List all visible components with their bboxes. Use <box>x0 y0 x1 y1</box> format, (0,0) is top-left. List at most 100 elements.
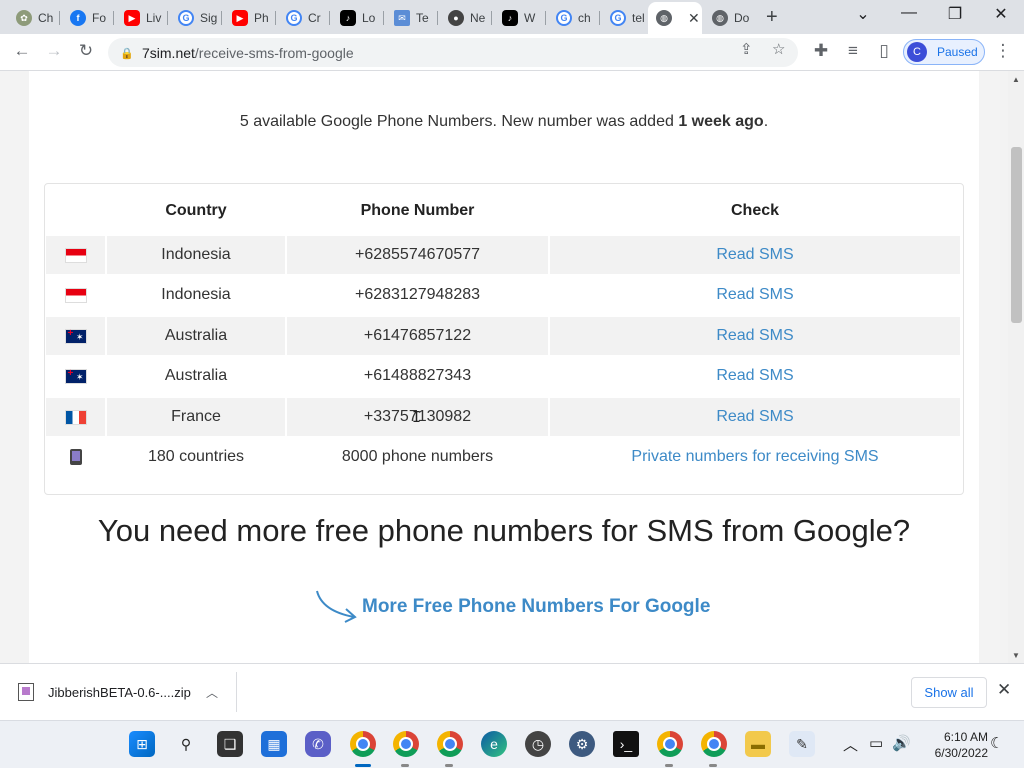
tab-5[interactable]: ▶ Ph <box>224 4 276 32</box>
tab-label: Fo <box>92 11 107 25</box>
tab-search-icon[interactable]: ⌄ <box>851 4 875 24</box>
bookmark-star-icon[interactable]: ☆ <box>772 40 785 58</box>
number-cell: +6285574670577 <box>287 236 548 274</box>
chat-icon[interactable]: ✆ <box>305 731 331 757</box>
more-numbers-heading: You need more free phone numbers for SMS… <box>97 513 911 548</box>
settings-gear-icon[interactable]: ⚙ <box>569 731 595 757</box>
notepad-icon[interactable]: ✎ <box>789 731 815 757</box>
country-cell: France <box>107 398 285 436</box>
chrome-app-icon[interactable] <box>657 731 683 757</box>
chrome-app-icon[interactable] <box>350 731 376 757</box>
volume-icon[interactable]: 🔊 <box>892 734 911 752</box>
chrome-app-icon[interactable] <box>701 731 727 757</box>
show-all-button[interactable]: Show all <box>911 677 987 708</box>
curved-arrow-icon <box>316 590 357 623</box>
tab-label: W <box>524 11 536 25</box>
tab-label: tel <box>632 11 645 25</box>
profile-button[interactable]: C Paused <box>903 39 985 65</box>
tab-label: Ch <box>38 11 54 25</box>
scroll-down-icon[interactable]: ▼ <box>1012 651 1020 660</box>
tab-label: ch <box>578 11 591 25</box>
tab-12[interactable]: G tel <box>602 4 654 32</box>
minimize-icon[interactable]: — <box>897 4 921 22</box>
tab-label: Liv <box>146 11 162 25</box>
countries-count: 180 countries <box>147 448 245 465</box>
url-host: 7sim.net <box>142 44 195 61</box>
tab-6[interactable]: G Cr <box>278 4 330 32</box>
task-view-icon[interactable]: ❑ <box>217 731 243 757</box>
tab-2[interactable]: f Fo <box>62 4 114 32</box>
facebook-icon: f <box>70 10 86 26</box>
new-tab-icon[interactable]: + <box>766 6 778 29</box>
tab-3[interactable]: ▶ Liv <box>116 4 168 32</box>
media-control-icon[interactable]: ≡ <box>842 41 864 61</box>
chrome-app-icon[interactable] <box>437 731 463 757</box>
tab-label: Ne <box>470 11 486 25</box>
youtube-icon: ▶ <box>232 10 248 26</box>
private-numbers-link[interactable]: Private numbers for receiving SMS <box>550 438 960 476</box>
extensions-icon[interactable]: ✚ <box>810 41 832 61</box>
tab-13-active[interactable]: ◍ ✕ <box>648 2 702 34</box>
focus-moon-icon[interactable]: ☾ <box>990 734 1003 752</box>
tab-10[interactable]: ♪ W <box>494 4 546 32</box>
system-clock[interactable]: 6:10 AM 6/30/2022 <box>918 729 988 761</box>
tab-8[interactable]: ✉ Te <box>386 4 438 32</box>
tab-4[interactable]: G Sig <box>170 4 222 32</box>
start-windows-icon[interactable]: ⊞ <box>129 731 155 757</box>
file-explorer-icon[interactable]: ▬ <box>745 731 771 757</box>
tab-1[interactable]: ✿ Ch <box>8 4 60 32</box>
share-icon[interactable]: ⇪ <box>740 40 753 58</box>
forward-icon[interactable]: → <box>43 41 65 61</box>
read-sms-link[interactable]: Read SMS <box>550 398 960 436</box>
tab-9[interactable]: ● Ne <box>440 4 492 32</box>
edge-icon[interactable]: e <box>481 731 507 757</box>
zip-file-icon <box>18 683 34 701</box>
tray-chevron-up-icon[interactable]: ︿ <box>843 734 858 755</box>
tab-7[interactable]: ♪ Lo <box>332 4 384 32</box>
australia-flag-icon <box>64 368 87 384</box>
back-icon[interactable]: ← <box>11 41 33 61</box>
read-sms-link[interactable]: Read SMS <box>550 357 960 395</box>
scroll-up-icon[interactable]: ▲ <box>1012 75 1020 84</box>
read-sms-link[interactable]: Read SMS <box>550 317 960 355</box>
widgets-icon[interactable]: ▦ <box>261 731 287 757</box>
profile-status: Paused <box>937 45 978 59</box>
clock-date: 6/30/2022 <box>934 746 988 760</box>
tab-label: Do <box>734 11 750 25</box>
tab-label: Lo <box>362 11 376 25</box>
australia-flag-icon <box>64 328 87 344</box>
scroll-thumb[interactable] <box>1011 147 1022 323</box>
network-icon[interactable]: ▭ <box>869 734 883 752</box>
country-cell: Australia <box>164 367 228 384</box>
download-item[interactable]: JibberishBETA-0.6-....zip <box>18 683 191 701</box>
download-filename: JibberishBETA-0.6-....zip <box>48 684 191 700</box>
chrome-ext-icon: ✿ <box>16 10 32 26</box>
read-sms-link[interactable]: Read SMS <box>550 276 960 314</box>
table-row: Indonesia +6283127948283 Read SMS <box>46 276 962 314</box>
tab-14[interactable]: ◍ Do <box>704 4 756 32</box>
search-icon[interactable]: ⚲ <box>173 731 199 757</box>
close-icon[interactable]: ✕ <box>997 680 1011 700</box>
google-icon: G <box>556 10 572 26</box>
read-sms-link[interactable]: Read SMS <box>550 236 960 274</box>
number-cell: +61488827343 <box>363 367 472 384</box>
tab-11[interactable]: G ch <box>548 4 600 32</box>
availability-text: 5 available Google Phone Numbers. New nu… <box>239 113 769 130</box>
restore-icon[interactable]: ❐ <box>943 4 967 24</box>
lock-icon: 🔒 <box>120 47 134 60</box>
side-panel-icon[interactable]: ▯ <box>873 41 895 61</box>
close-tab-icon[interactable]: ✕ <box>688 10 700 27</box>
terminal-icon[interactable]: ›_ <box>613 731 639 757</box>
number-cell: +6283127948283 <box>354 286 481 303</box>
reload-icon[interactable]: ↻ <box>75 41 97 61</box>
chevron-up-icon[interactable]: ︿ <box>206 684 218 701</box>
more-numbers-link[interactable]: More Free Phone Numbers For Google <box>314 589 710 625</box>
clock-app-icon[interactable]: ◷ <box>525 731 551 757</box>
number-cell: +61476857122 <box>287 317 548 355</box>
page-scrollbar[interactable]: ▲ ▼ <box>1008 71 1024 663</box>
private-numbers-row: 180 countries 8000 phone numbers Private… <box>46 438 962 476</box>
address-bar[interactable]: 🔒 7sim.net/receive-sms-from-google <box>108 38 798 67</box>
menu-kebab-icon[interactable]: ⋮ <box>992 41 1014 61</box>
close-window-icon[interactable]: ✕ <box>989 4 1013 24</box>
chrome-app-icon[interactable] <box>393 731 419 757</box>
